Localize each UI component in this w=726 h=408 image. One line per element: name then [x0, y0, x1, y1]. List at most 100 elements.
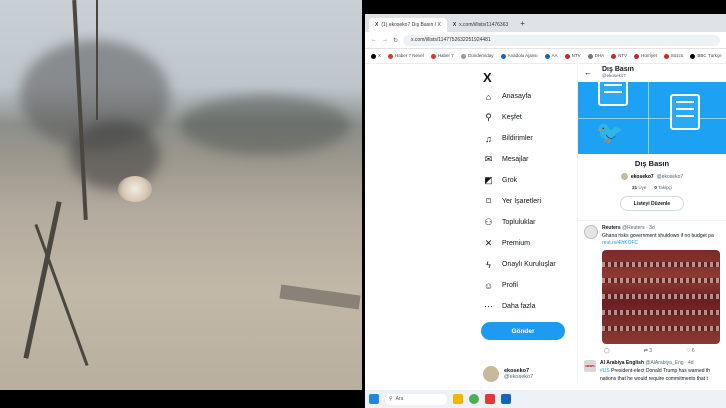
file-explorer-icon[interactable] [453, 394, 463, 404]
tab-title: x.com/i/lists/11476363 [459, 22, 509, 28]
url-field[interactable]: x.com/i/lists/1147752632251924481 [403, 34, 720, 46]
sidebar-item-label: Keşfet [502, 114, 522, 121]
bookmark-item[interactable]: NTV [611, 53, 627, 59]
tweet[interactable]: NEWS Al Arabiya English @AlArabiya_Eng ·… [578, 354, 726, 382]
debris [279, 284, 361, 310]
forward-arrow-icon[interactable]: → [382, 37, 388, 43]
mail-icon: ✉ [484, 154, 493, 164]
tab-bar: X (1) ekoseko7 Dış Basın / X X x.com/i/l… [365, 14, 726, 32]
taskbar-search[interactable]: ⚲ Ara [385, 393, 447, 405]
more-icon: ⋯ [484, 301, 493, 311]
sidebar-item-label: Bildirimler [502, 135, 533, 142]
app-icon[interactable] [501, 394, 511, 404]
tweet-author: Al Arabiya English [600, 360, 644, 366]
sidebar-item-messages[interactable]: ✉ Mesajlar [483, 149, 556, 170]
bookmark-item[interactable]: Haber 7 Nevel [388, 53, 424, 59]
edit-list-button[interactable]: Listeyi Düzenle [620, 196, 684, 211]
account-switcher[interactable]: ekoseko7 @ekoseko7 [483, 366, 533, 382]
sidebar-item-grok[interactable]: ◩ Grok [483, 170, 556, 191]
sidebar-item-label: Yer İşaretleri [502, 198, 542, 205]
search-label: Ara [395, 396, 404, 402]
avatar [584, 225, 598, 239]
list-header: ← Dış Basın @ekoseko7 [578, 62, 726, 82]
bookmark-item[interactable]: NTV [564, 53, 581, 59]
sidebar-item-label: Topluluklar [502, 219, 536, 226]
bookmark-item[interactable]: Haber 7 [430, 53, 454, 59]
sidebar-item-notifications[interactable]: ♫ Bildirimler [483, 128, 556, 149]
owner-handle: @ekoseko7 [656, 173, 684, 180]
reload-icon[interactable]: ↻ [393, 37, 398, 44]
back-arrow-icon[interactable]: ← [584, 68, 592, 77]
chrome-icon[interactable] [469, 394, 479, 404]
tweet[interactable]: Reuters @Reuters · 3d Ghana risks govern… [578, 221, 726, 354]
app-icon[interactable] [485, 394, 495, 404]
tab-title: (1) ekoseko7 Dış Basın / X [381, 22, 441, 28]
x-premium-icon: ✕ [484, 238, 493, 248]
tweet-handle: @AlArabiya_Eng [645, 360, 684, 366]
new-tab-button[interactable]: + [514, 19, 531, 28]
browser-window: X (1) ekoseko7 Dış Basın / X X x.com/i/l… [365, 14, 726, 408]
post-button[interactable]: Gönder [481, 322, 565, 340]
tweet-actions: ◯ ⇄ 3 ♡ 6 [602, 348, 720, 354]
browser-tab[interactable]: X x.com/i/lists/11476363 [447, 18, 514, 32]
tweet-text: Ghana risks government shutdown if no bu… [602, 233, 714, 239]
bookmark-item[interactable]: Hürriyet [634, 53, 657, 59]
back-arrow-icon[interactable]: ← [371, 37, 377, 43]
start-icon[interactable] [369, 394, 379, 404]
list-timeline: ← Dış Basın @ekoseko7 🐦 Dış Basın ekosek… [577, 62, 726, 384]
sidebar-item-label: Mesajlar [502, 156, 529, 163]
sidebar-item-label: Onaylı Kuruluşlar [502, 261, 556, 268]
burning-vehicle [118, 176, 152, 202]
tweet-time: 3d [649, 225, 655, 231]
bookmark-item[interactable]: DHA [587, 53, 604, 59]
followers-stat[interactable]: 0 Takipçi [654, 185, 671, 190]
sidebar-item-label: Anasayfa [502, 93, 532, 100]
page-title: Dış Basın [602, 66, 634, 73]
search-icon: ⚲ [485, 112, 492, 122]
twitter-bird-icon: 🐦 [596, 120, 624, 145]
bookmark-item[interactable]: X [371, 53, 381, 59]
bookmark-item[interactable]: Sözcü [663, 53, 683, 59]
tweet-text: #US President-elect Donald Trump has war… [600, 368, 711, 374]
members-stat[interactable]: 21 Üye [632, 185, 646, 190]
sidebar-item-explore[interactable]: ⚲ Keşfet [483, 107, 556, 128]
treeline [180, 95, 350, 155]
sidebar-item-verified-orgs[interactable]: ϟ Onaylı Kuruluşlar [483, 254, 556, 275]
sidebar-item-more[interactable]: ⋯ Daha fazla [483, 296, 556, 317]
sidebar-item-profile[interactable]: ☺ Profil [483, 275, 556, 296]
tweet-meta: Reuters @Reuters · 3d [602, 225, 655, 231]
bookmark-icon: ⌑ [486, 196, 491, 206]
url-text: x.com/i/lists/1147752632251924481 [411, 37, 491, 43]
document-icon [670, 94, 700, 130]
bookmark-item[interactable]: BBC Türkçe [690, 53, 722, 59]
like-icon[interactable]: ♡ 6 [686, 348, 695, 354]
list-stats: 21 Üye 0 Takipçi [578, 185, 726, 190]
sidebar-item-bookmarks[interactable]: ⌑ Yer İşaretleri [483, 191, 556, 212]
x-logo-icon[interactable]: X [483, 70, 492, 85]
x-favicon-icon: X [452, 22, 457, 28]
home-icon: ⌂ [485, 91, 492, 102]
avatar: NEWS [584, 360, 596, 372]
tweet-handle: @Reuters [622, 225, 645, 231]
x-page: X ⌂ Anasayfa ⚲ Keşfet ♫ Bildirimler ✉ Mesajl… [365, 62, 726, 384]
sidebar-item-communities[interactable]: ⚇ Topluluklar [483, 212, 556, 233]
bookmark-item[interactable]: Anadolu Ajansı [500, 53, 538, 59]
list-owner[interactable]: ekoseko7 @ekoseko7 [578, 173, 726, 180]
tweet-image[interactable] [602, 250, 720, 344]
tweet-text: nations that he would require commitment… [600, 376, 708, 382]
reply-icon[interactable]: ◯ [604, 348, 610, 354]
avatar [620, 173, 628, 180]
list-banner: 🐦 [578, 82, 726, 154]
pole [96, 0, 98, 120]
avatar [483, 366, 499, 382]
retweet-icon[interactable]: ⇄ 3 [644, 348, 652, 354]
bookmark-item[interactable]: Gündem/day [460, 53, 494, 59]
bookmark-item[interactable]: AA [544, 53, 558, 59]
profile-icon: ☺ [483, 280, 494, 291]
browser-tab-active[interactable]: X (1) ekoseko7 Dış Basın / X [369, 18, 447, 32]
sidebar-item-label: Profil [502, 282, 518, 289]
sidebar-item-premium[interactable]: ✕ Premium [483, 233, 556, 254]
sidebar-item-home[interactable]: ⌂ Anasayfa [483, 86, 556, 107]
tweet-link[interactable]: reut.rs/4lhKOFC [602, 240, 720, 246]
sidebar: X ⌂ Anasayfa ⚲ Keşfet ♫ Bildirimler ✉ Mesajl… [365, 62, 577, 384]
